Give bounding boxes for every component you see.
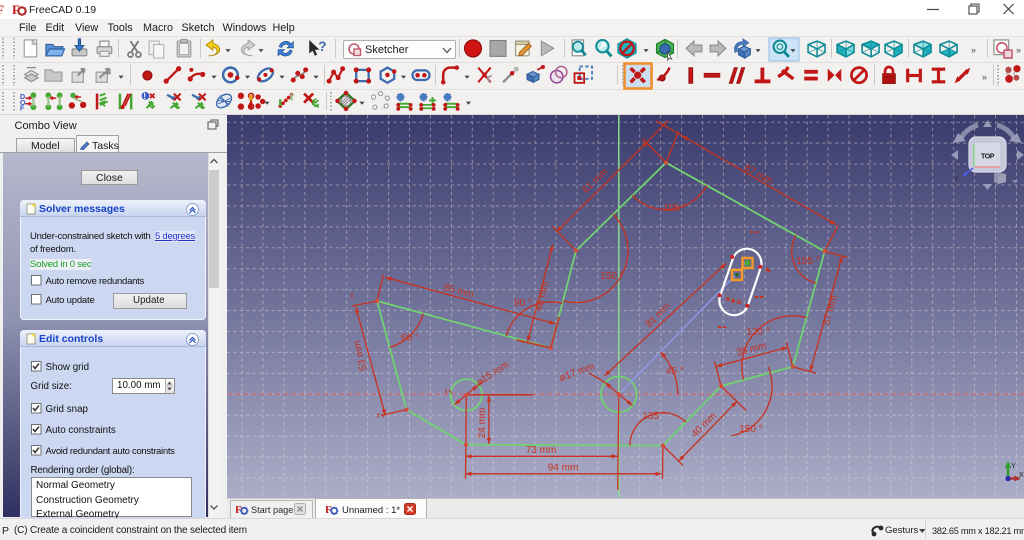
svg-text:105 °: 105 °: [796, 256, 819, 267]
svg-text:150 °: 150 °: [600, 271, 623, 282]
svg-text:?: ?: [318, 39, 326, 54]
svg-text:90 °: 90 °: [514, 298, 532, 309]
svg-text:»: »: [971, 45, 976, 55]
svg-text:TOP: TOP: [981, 154, 995, 161]
svg-text:Y: Y: [1011, 463, 1016, 470]
svg-text:24 mm: 24 mm: [477, 408, 488, 439]
svg-text:150 °: 150 °: [739, 424, 762, 435]
svg-text:!: !: [143, 92, 146, 101]
svg-text:120 °: 120 °: [746, 327, 769, 338]
svg-text:z: z: [955, 176, 958, 182]
svg-text:»: »: [982, 72, 987, 82]
svg-text:»: »: [1016, 45, 1021, 55]
svg-text:94 mm: 94 mm: [548, 463, 579, 474]
svg-text:73 mm: 73 mm: [526, 445, 557, 456]
svg-text:X: X: [1019, 472, 1024, 479]
svg-text:135 °: 135 °: [642, 411, 665, 422]
svg-text:45 °: 45 °: [666, 366, 684, 377]
svg-text:105 °: 105 °: [663, 203, 686, 214]
svg-text:F: F: [20, 104, 25, 113]
svg-text:F: F: [0, 2, 4, 17]
svg-text:60 °: 60 °: [401, 333, 419, 344]
